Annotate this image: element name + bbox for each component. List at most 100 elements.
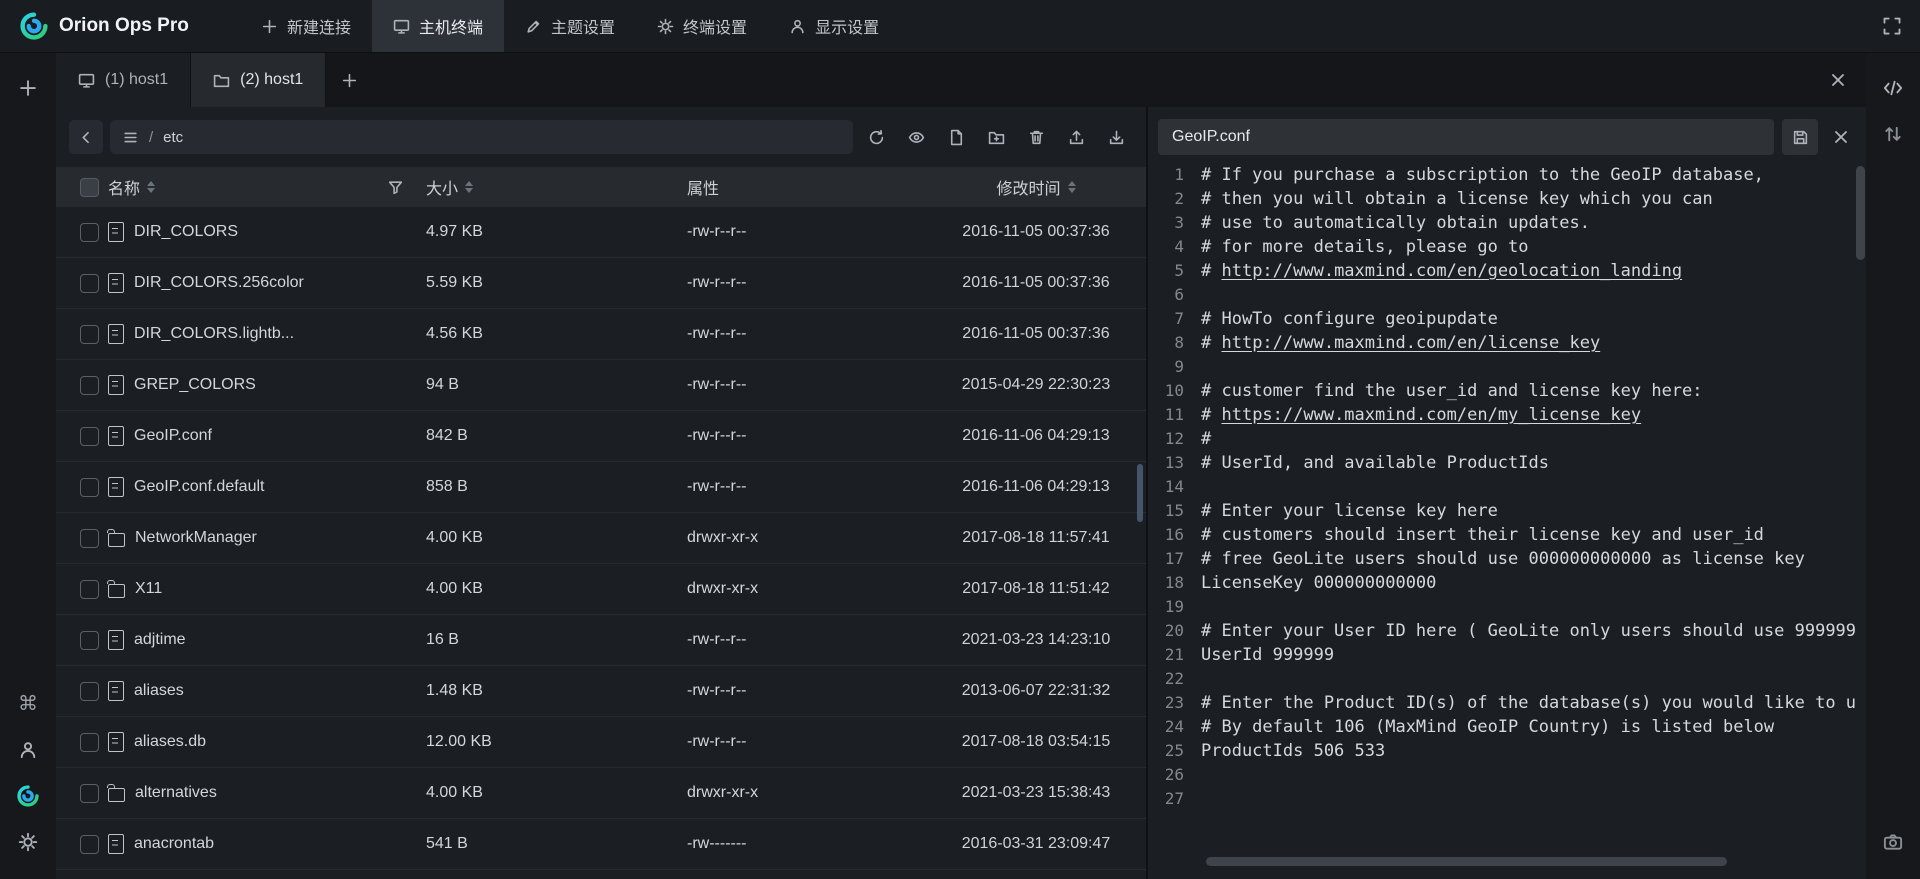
table-row[interactable]: GeoIP.conf 842 B -rw-r--r-- 2016-11-06 0… (56, 411, 1146, 462)
back-button[interactable] (69, 120, 103, 154)
filter-icon[interactable] (387, 179, 404, 196)
column-header-size[interactable]: 大小 (426, 175, 687, 199)
code-line: 25 ProductIds 506 533 (1158, 739, 1856, 763)
app-logo-icon (20, 12, 48, 40)
upload-button[interactable] (1060, 120, 1093, 154)
menu-item-theme-settings[interactable]: 主题设置 (504, 0, 636, 52)
editor-horizontal-scrollbar[interactable] (1206, 857, 1727, 866)
file-name: alternatives (135, 784, 217, 802)
screenshot-button[interactable] (1873, 819, 1913, 865)
select-all-checkbox[interactable] (80, 178, 99, 197)
breadcrumb[interactable]: / etc (110, 120, 853, 154)
row-checkbox[interactable] (80, 223, 99, 242)
column-header-attrs: 属性 (687, 175, 926, 199)
delete-button[interactable] (1020, 120, 1053, 154)
new-folder-button[interactable] (980, 120, 1013, 154)
code-line: 21 UserId 999999 (1158, 643, 1856, 667)
code-editor[interactable]: 1 # If you purchase a subscription to th… (1158, 163, 1856, 879)
row-checkbox[interactable] (80, 733, 99, 752)
menu-item-terminal-settings[interactable]: 终端设置 (636, 0, 768, 52)
table-row[interactable]: NetworkManager 4.00 KB drwxr-xr-x 2017-0… (56, 513, 1146, 564)
sort-size-icon[interactable] (465, 181, 473, 193)
table-row[interactable]: GREP_COLORS 94 B -rw-r--r-- 2015-04-29 2… (56, 360, 1146, 411)
file-type-icon (108, 630, 124, 650)
sort-mtime-icon[interactable] (1068, 181, 1076, 193)
row-checkbox[interactable] (80, 376, 99, 395)
row-checkbox[interactable] (80, 784, 99, 803)
table-row[interactable]: DIR_COLORS.256color 5.59 KB -rw-r--r-- 2… (56, 258, 1146, 309)
upload-icon (1068, 129, 1085, 146)
file-permissions: -rw------- (687, 835, 926, 853)
breadcrumb-segment-etc[interactable]: etc (163, 129, 183, 146)
editor-close-button[interactable] (1826, 119, 1856, 155)
sort-name-icon[interactable] (147, 181, 155, 193)
close-all-button[interactable] (1828, 70, 1848, 90)
menu-item-new-connection[interactable]: 新建连接 (240, 0, 372, 52)
file-name: DIR_COLORS (134, 223, 238, 241)
code-text: # Enter your license key here (1201, 501, 1498, 521)
file-permissions: -rw-r--r-- (687, 427, 926, 445)
terminal-icon (393, 18, 410, 35)
row-checkbox[interactable] (80, 478, 99, 497)
table-row[interactable]: aliases 1.48 KB -rw-r--r-- 2013-06-07 22… (56, 666, 1146, 717)
editor-vertical-scrollbar[interactable] (1856, 166, 1865, 260)
save-button[interactable] (1782, 119, 1818, 155)
table-row[interactable]: GeoIP.conf.default 858 B -rw-r--r-- 2016… (56, 462, 1146, 513)
refresh-button[interactable] (860, 120, 893, 154)
editor-view-button[interactable] (1873, 65, 1913, 111)
line-number: 1 (1158, 163, 1184, 187)
file-list-scrollbar[interactable] (1137, 464, 1143, 522)
table-row[interactable]: X11 4.00 KB drwxr-xr-x 2017-08-18 11:51:… (56, 564, 1146, 615)
sort-toggle-button[interactable] (1873, 111, 1913, 157)
swap-vertical-icon (1883, 124, 1903, 144)
row-checkbox[interactable] (80, 631, 99, 650)
file-name: GeoIP.conf (134, 427, 212, 445)
file-size: 94 B (426, 376, 687, 394)
file-name: adjtime (134, 631, 186, 649)
settings-button[interactable] (8, 819, 48, 865)
new-file-button[interactable] (940, 120, 973, 154)
fullscreen-button[interactable] (1882, 16, 1902, 36)
column-header-mtime[interactable]: 修改时间 (926, 175, 1146, 199)
code-text: # If you purchase a subscription to the … (1201, 165, 1764, 185)
download-button[interactable] (1100, 120, 1133, 154)
menu-item-host-terminal[interactable]: 主机终端 (372, 0, 504, 52)
plus-icon (341, 72, 358, 89)
file-name: DIR_COLORS.256color (134, 274, 304, 292)
file-size: 4.00 KB (426, 784, 687, 802)
table-row[interactable] (56, 870, 1146, 879)
row-checkbox[interactable] (80, 427, 99, 446)
fullscreen-icon (1882, 16, 1902, 36)
line-number: 11 (1158, 403, 1184, 427)
row-checkbox[interactable] (80, 835, 99, 854)
file-type-icon (108, 324, 124, 344)
user-button[interactable] (8, 727, 48, 773)
row-checkbox[interactable] (80, 580, 99, 599)
user-icon (18, 740, 38, 760)
toggle-hidden-button[interactable] (900, 120, 933, 154)
table-row[interactable]: DIR_COLORS.lightb... 4.56 KB -rw-r--r-- … (56, 309, 1146, 360)
table-row[interactable]: DIR_COLORS 4.97 KB -rw-r--r-- 2016-11-05… (56, 207, 1146, 258)
brand-quick-button[interactable] (8, 773, 48, 819)
file-type-icon (108, 732, 124, 752)
table-row[interactable]: adjtime 16 B -rw-r--r-- 2021-03-23 14:23… (56, 615, 1146, 666)
table-row[interactable]: aliases.db 12.00 KB -rw-r--r-- 2017-08-1… (56, 717, 1146, 768)
column-header-name[interactable]: 名称 (100, 175, 426, 199)
line-number: 27 (1158, 787, 1184, 811)
row-checkbox[interactable] (80, 529, 99, 548)
table-row[interactable]: alternatives 4.00 KB drwxr-xr-x 2021-03-… (56, 768, 1146, 819)
save-icon (1792, 129, 1809, 146)
tab-host1-files[interactable]: (2) host1 (191, 53, 326, 107)
code-text: # for more details, please go to (1201, 237, 1529, 257)
row-checkbox[interactable] (80, 682, 99, 701)
row-checkbox[interactable] (80, 274, 99, 293)
new-tab-button[interactable] (8, 65, 48, 111)
command-shortcuts-button[interactable]: ⌘ (8, 681, 48, 727)
add-tab-button[interactable] (326, 53, 372, 107)
menu-item-display-settings[interactable]: 显示设置 (768, 0, 900, 52)
table-row[interactable]: anacrontab 541 B -rw------- 2016-03-31 2… (56, 819, 1146, 870)
line-number: 7 (1158, 307, 1184, 331)
tab-host1-terminal[interactable]: (1) host1 (56, 53, 191, 107)
row-checkbox[interactable] (80, 325, 99, 344)
code-line: 3 # use to automatically obtain updates. (1158, 211, 1856, 235)
